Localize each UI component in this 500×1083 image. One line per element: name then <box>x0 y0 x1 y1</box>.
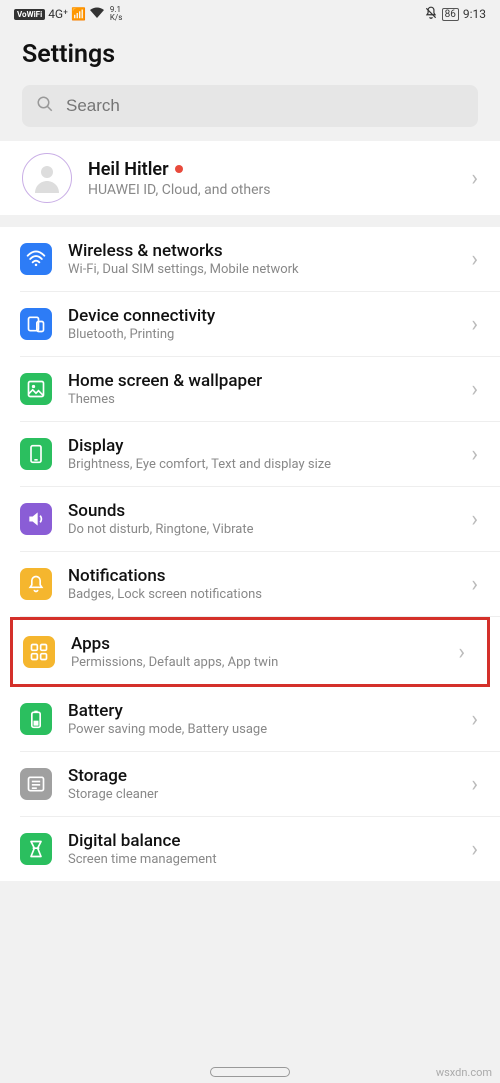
chevron-right-icon: › <box>471 572 478 597</box>
clock: 9:13 <box>463 7 486 21</box>
chevron-right-icon: › <box>471 837 478 862</box>
battery-icon <box>20 703 52 735</box>
vowifi-badge: VoWiFi <box>14 9 45 20</box>
profile-subtitle: HUAWEI ID, Cloud, and others <box>88 182 455 198</box>
notifications-icon <box>20 568 52 600</box>
setting-subtitle: Screen time management <box>68 852 455 867</box>
chevron-right-icon: › <box>471 247 478 272</box>
chevron-right-icon: › <box>471 707 478 732</box>
profile-name: Heil Hitler <box>88 159 455 180</box>
setting-subtitle: Brightness, Eye comfort, Text and displa… <box>68 457 455 472</box>
setting-row[interactable]: Digital balance Screen time management › <box>20 817 500 881</box>
setting-row[interactable]: Notifications Badges, Lock screen notifi… <box>20 552 500 617</box>
header: Settings <box>0 28 500 85</box>
setting-subtitle: Do not disturb, Ringtone, Vibrate <box>68 522 455 537</box>
chevron-right-icon: › <box>458 640 465 665</box>
battery-indicator: 86 <box>442 8 459 21</box>
profile-row[interactable]: Heil Hitler HUAWEI ID, Cloud, and others… <box>0 141 500 215</box>
home-wallpaper-icon <box>20 373 52 405</box>
avatar <box>22 153 72 203</box>
status-right: 86 9:13 <box>424 6 486 23</box>
setting-subtitle: Badges, Lock screen notifications <box>68 587 455 602</box>
setting-row[interactable]: Battery Power saving mode, Battery usage… <box>20 687 500 752</box>
home-indicator[interactable] <box>210 1067 290 1077</box>
setting-row[interactable]: Storage Storage cleaner › <box>20 752 500 817</box>
wifi-status-icon <box>89 7 105 22</box>
signal-icon: 4G⁺ <box>48 7 68 21</box>
setting-title: Apps <box>71 634 442 654</box>
setting-text: Home screen & wallpaper Themes <box>68 371 455 407</box>
setting-title: Storage <box>68 766 455 786</box>
chevron-right-icon: › <box>471 442 478 467</box>
setting-text: Wireless & networks Wi-Fi, Dual SIM sett… <box>68 241 455 277</box>
digital-balance-icon <box>20 833 52 865</box>
setting-title: Display <box>68 436 455 456</box>
setting-subtitle: Themes <box>68 392 455 407</box>
chevron-right-icon: › <box>471 312 478 337</box>
profile-card: Heil Hitler HUAWEI ID, Cloud, and others… <box>0 141 500 215</box>
display-icon <box>20 438 52 470</box>
page-title: Settings <box>22 40 478 69</box>
mute-icon <box>424 6 438 23</box>
setting-row[interactable]: Home screen & wallpaper Themes › <box>20 357 500 422</box>
device-connectivity-icon <box>20 308 52 340</box>
setting-subtitle: Power saving mode, Battery usage <box>68 722 455 737</box>
apps-icon <box>23 636 55 668</box>
watermark: wsxdn.com <box>436 1066 492 1079</box>
profile-text: Heil Hitler HUAWEI ID, Cloud, and others <box>88 159 455 198</box>
status-left: VoWiFi 4G⁺ 📶 9.1 K/s <box>14 6 122 22</box>
search-container <box>0 85 500 141</box>
signal-bars-icon: 📶 <box>71 7 86 21</box>
setting-title: Wireless & networks <box>68 241 455 261</box>
setting-subtitle: Permissions, Default apps, App twin <box>71 655 442 670</box>
search-box[interactable] <box>22 85 478 127</box>
setting-row[interactable]: Wireless & networks Wi-Fi, Dual SIM sett… <box>20 227 500 292</box>
setting-subtitle: Storage cleaner <box>68 787 455 802</box>
chevron-right-icon: › <box>471 377 478 402</box>
setting-text: Battery Power saving mode, Battery usage <box>68 701 455 737</box>
setting-title: Home screen & wallpaper <box>68 371 455 391</box>
sounds-icon <box>20 503 52 535</box>
setting-text: Notifications Badges, Lock screen notifi… <box>68 566 455 602</box>
status-bar: VoWiFi 4G⁺ 📶 9.1 K/s 86 9:13 <box>0 0 500 28</box>
setting-text: Device connectivity Bluetooth, Printing <box>68 306 455 342</box>
chevron-right-icon: › <box>471 507 478 532</box>
chevron-right-icon: › <box>471 772 478 797</box>
setting-text: Sounds Do not disturb, Ringtone, Vibrate <box>68 501 455 537</box>
setting-row[interactable]: Display Brightness, Eye comfort, Text an… <box>20 422 500 487</box>
setting-row[interactable]: Apps Permissions, Default apps, App twin… <box>23 620 487 684</box>
setting-title: Battery <box>68 701 455 721</box>
notification-dot-icon <box>175 165 183 173</box>
setting-title: Sounds <box>68 501 455 521</box>
setting-title: Device connectivity <box>68 306 455 326</box>
setting-text: Storage Storage cleaner <box>68 766 455 802</box>
setting-text: Display Brightness, Eye comfort, Text an… <box>68 436 455 472</box>
setting-text: Digital balance Screen time management <box>68 831 455 867</box>
setting-title: Notifications <box>68 566 455 586</box>
search-icon <box>36 95 54 117</box>
storage-icon <box>20 768 52 800</box>
chevron-right-icon: › <box>471 166 478 191</box>
setting-title: Digital balance <box>68 831 455 851</box>
highlight-frame: Apps Permissions, Default apps, App twin… <box>10 617 490 687</box>
setting-text: Apps Permissions, Default apps, App twin <box>71 634 442 670</box>
setting-row[interactable]: Device connectivity Bluetooth, Printing … <box>20 292 500 357</box>
setting-row[interactable]: Sounds Do not disturb, Ringtone, Vibrate… <box>20 487 500 552</box>
search-input[interactable] <box>66 96 464 116</box>
network-speed: 9.1 K/s <box>110 6 122 22</box>
settings-list: Wireless & networks Wi-Fi, Dual SIM sett… <box>0 227 500 881</box>
wifi-icon <box>20 243 52 275</box>
setting-subtitle: Wi-Fi, Dual SIM settings, Mobile network <box>68 262 455 277</box>
setting-subtitle: Bluetooth, Printing <box>68 327 455 342</box>
